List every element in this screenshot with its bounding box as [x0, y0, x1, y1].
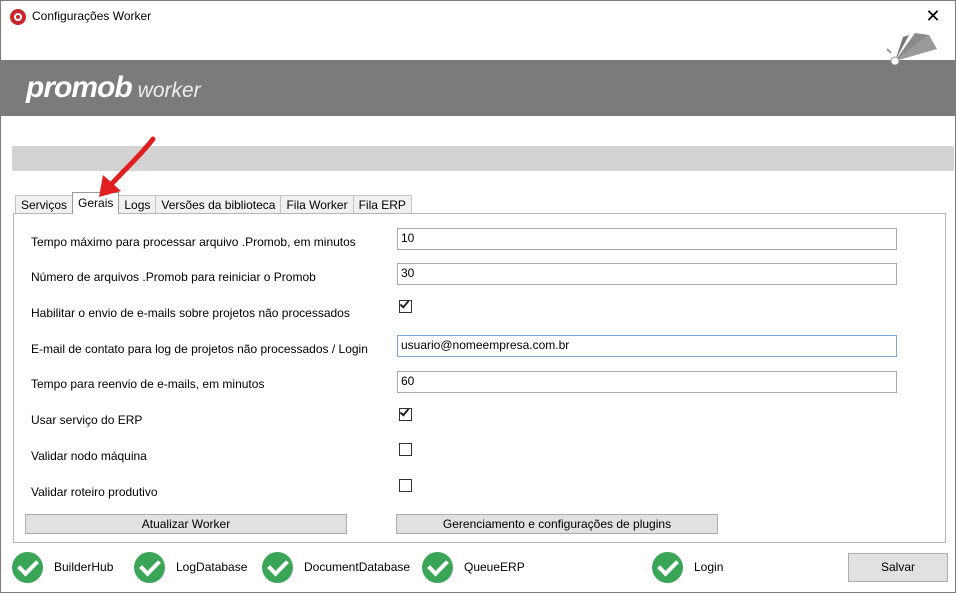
config-window: Configurações Worker ✕ promob worker Serv…: [0, 0, 956, 593]
check-circle-icon: [262, 551, 293, 583]
status-documentdatabase: DocumentDatabase: [262, 551, 410, 583]
logo-promob-text: promob: [26, 71, 133, 104]
gerais-panel: Tempo máximo para processar arquivo .Pro…: [13, 213, 946, 543]
window-title: Configurações Worker: [32, 9, 152, 23]
status-builderhub: BuilderHub: [12, 551, 113, 583]
tab-fila-erp[interactable]: Fila ERP: [352, 195, 412, 214]
title-bar: Configurações Worker ✕: [1, 1, 955, 32]
resend-time-label: Tempo para reenvio de e-mails, em minuto…: [31, 377, 265, 391]
tab-versoes-biblioteca[interactable]: Versões da biblioteca: [155, 195, 282, 214]
plugins-button[interactable]: Gerenciamento e configurações de plugins: [396, 514, 718, 534]
logo-worker-text: worker: [137, 79, 201, 102]
close-button[interactable]: ✕: [915, 3, 951, 30]
promob-worker-logo: promob worker: [26, 71, 201, 105]
fan-logo-icon: [886, 33, 937, 65]
restart-count-label: Número de arquivos .Promob para reinicia…: [31, 270, 316, 284]
save-button[interactable]: Salvar: [848, 553, 948, 582]
check-circle-icon: [134, 551, 165, 583]
resend-time-input[interactable]: 60: [397, 371, 897, 393]
validate-route-label: Validar roteiro produtivo: [31, 485, 158, 499]
tab-strip: Serviços Gerais Logs Versões da bibliote…: [15, 192, 412, 214]
status-label: BuilderHub: [54, 560, 114, 574]
erp-service-label: Usar serviço do ERP: [31, 413, 143, 427]
validate-route-checkbox[interactable]: [399, 479, 412, 492]
status-login: Login: [652, 551, 723, 583]
validate-node-checkbox[interactable]: [399, 443, 412, 456]
header-banner: promob worker: [1, 60, 955, 116]
status-label: DocumentDatabase: [304, 560, 411, 574]
erp-service-checkbox[interactable]: [399, 406, 412, 421]
check-circle-icon: [652, 551, 683, 583]
max-time-input[interactable]: 10: [397, 228, 897, 250]
checkmark-icon: [399, 406, 410, 417]
validate-node-label: Validar nodo máquina: [31, 449, 147, 463]
tab-fila-worker[interactable]: Fila Worker: [280, 195, 354, 214]
check-circle-icon: [12, 551, 43, 583]
status-logdatabase: LogDatabase: [134, 551, 247, 583]
status-queueerp: QueueERP: [422, 551, 525, 583]
update-worker-button[interactable]: Atualizar Worker: [25, 514, 347, 534]
check-circle-icon: [422, 551, 453, 583]
red-arrow-annotation: [99, 136, 156, 197]
status-label: LogDatabase: [176, 560, 248, 574]
status-label: QueueERP: [464, 560, 525, 574]
email-enable-checkbox[interactable]: [399, 298, 412, 313]
contact-email-label: E-mail de contato para log de projetos n…: [31, 342, 368, 356]
checkmark-icon: [399, 298, 410, 309]
restart-count-input[interactable]: 30: [397, 263, 897, 285]
max-time-label: Tempo máximo para processar arquivo .Pro…: [31, 235, 356, 249]
promob-app-icon: [10, 9, 26, 25]
status-label: Login: [694, 560, 724, 574]
email-enable-label: Habilitar o envio de e-mails sobre proje…: [31, 306, 350, 320]
tab-servicos[interactable]: Serviços: [15, 195, 74, 214]
contact-email-input[interactable]: usuario@nomeempresa.com.br: [397, 335, 897, 357]
